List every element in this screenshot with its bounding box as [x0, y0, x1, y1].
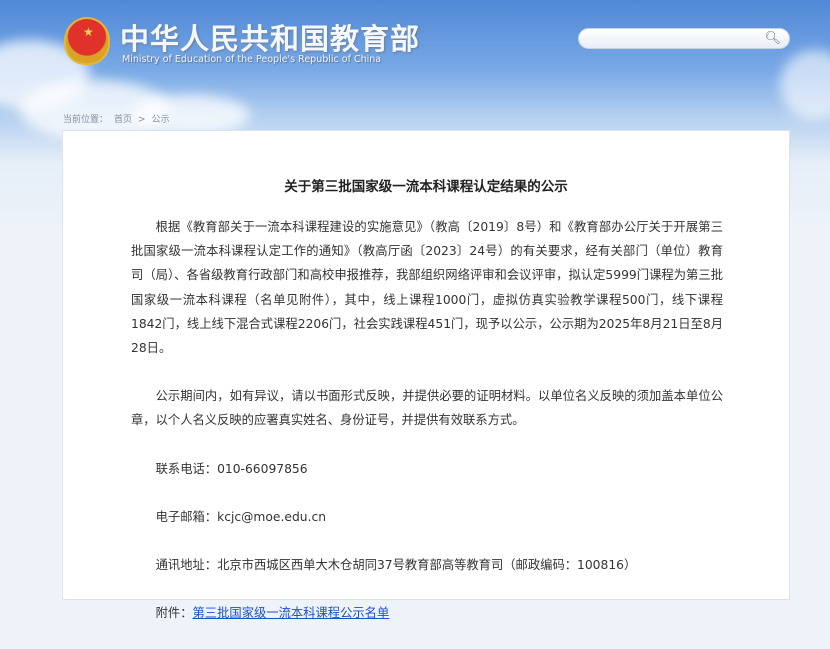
article-panel: 关于第三批国家级一流本科课程认定结果的公示 根据《教育部关于一流本科课程建设的实… — [62, 130, 790, 600]
contact-email: 电子邮箱：kcjc@moe.edu.cn — [131, 505, 723, 529]
breadcrumb-current[interactable]: 公示 — [152, 115, 170, 125]
national-emblem-logo: ★ — [64, 17, 110, 65]
article-title: 关于第三批国家级一流本科课程认定结果的公示 — [63, 175, 789, 195]
contact-phone: 联系电话：010-66097856 — [131, 457, 723, 481]
attachment-label: 附件： — [156, 606, 193, 620]
paragraph: 根据《教育部关于一流本科课程建设的实施意见》（教高〔2019〕8号）和《教育部办… — [131, 215, 723, 360]
search-input[interactable] — [589, 32, 769, 51]
search-box[interactable]: 🔍︎ — [578, 28, 790, 49]
breadcrumb-home[interactable]: 首页 — [114, 115, 132, 125]
breadcrumb: 当前位置： 首页 > 公示 — [63, 112, 176, 125]
site-title[interactable]: 中华人民共和国教育部 — [120, 16, 420, 58]
site-title-en: Ministry of Education of the People's Re… — [122, 54, 381, 65]
paragraph: 公示期间内，如有异议，请以书面形式反映，并提供必要的证明材料。以单位名义反映的须… — [131, 384, 723, 432]
article-body: 根据《教育部关于一流本科课程建设的实施意见》（教高〔2019〕8号）和《教育部办… — [131, 215, 723, 649]
attachment: 附件：第三批国家级一流本科课程公示名单 — [131, 601, 723, 625]
contact-address: 通讯地址：北京市西城区西单大木仓胡同37号教育部高等教育司（邮政编码：10081… — [131, 553, 723, 577]
attachment-link[interactable]: 第三批国家级一流本科课程公示名单 — [193, 606, 390, 620]
search-icon[interactable]: 🔍︎ — [764, 31, 781, 46]
dandelion-decoration — [780, 50, 830, 120]
breadcrumb-label: 当前位置： — [63, 115, 108, 125]
breadcrumb-separator: > — [138, 115, 146, 125]
